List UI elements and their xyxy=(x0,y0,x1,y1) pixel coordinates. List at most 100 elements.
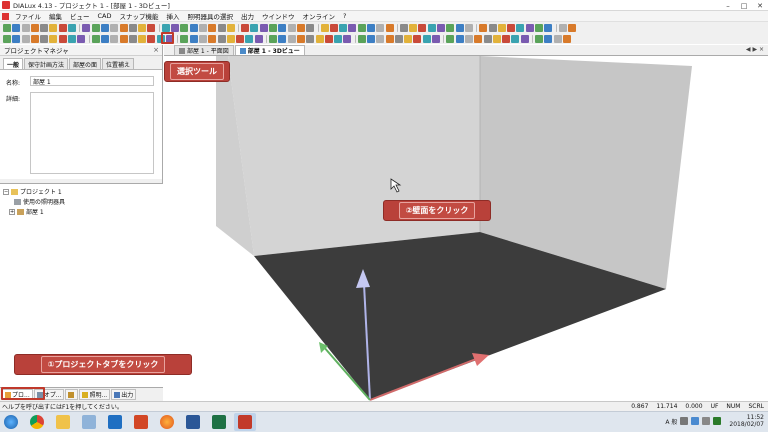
toolbar-button-icon[interactable] xyxy=(12,34,21,43)
name-field[interactable]: 部屋 1 xyxy=(30,76,154,86)
toolbar-button-icon[interactable] xyxy=(511,34,520,43)
tab-luminaires[interactable]: 照明... xyxy=(79,389,111,400)
toolbar-button-icon[interactable] xyxy=(68,34,77,43)
toolbar-button-icon[interactable] xyxy=(479,23,488,32)
toolbar-button-icon[interactable] xyxy=(385,23,394,32)
toolbar-button-icon[interactable] xyxy=(189,23,198,32)
toolbar-button-icon[interactable] xyxy=(58,34,67,43)
toolbar-button-icon[interactable] xyxy=(82,23,91,32)
toolbar-button-icon[interactable] xyxy=(269,34,278,43)
toolbar-button-icon[interactable] xyxy=(161,23,170,32)
toolbar-button-icon[interactable] xyxy=(516,23,525,32)
toolbar-button-icon[interactable] xyxy=(171,23,180,32)
toolbar-button-icon[interactable] xyxy=(91,23,100,32)
toolbar-button-icon[interactable] xyxy=(483,34,492,43)
toolbar-button-icon[interactable] xyxy=(100,23,109,32)
toolbar-button-icon[interactable] xyxy=(339,23,348,32)
toolbar-button-icon[interactable] xyxy=(455,34,464,43)
tab-colors[interactable] xyxy=(65,389,79,400)
toolbar-button-icon[interactable] xyxy=(128,23,137,32)
toolbar-button-icon[interactable] xyxy=(296,23,305,32)
toolbar-button-icon[interactable] xyxy=(259,23,268,32)
toolbar-button-icon[interactable] xyxy=(343,34,352,43)
toolbar-button-icon[interactable] xyxy=(562,34,571,43)
taskbar-dialux[interactable] xyxy=(234,413,256,431)
toolbar-button-icon[interactable] xyxy=(180,34,189,43)
taskbar-word[interactable] xyxy=(182,413,204,431)
toolbar-button-icon[interactable] xyxy=(535,23,544,32)
toolbar-button-icon[interactable] xyxy=(320,23,329,32)
toolbar-button-icon[interactable] xyxy=(520,34,529,43)
toolbar-button-icon[interactable] xyxy=(21,23,30,32)
toolbar-button-icon[interactable] xyxy=(544,34,553,43)
toolbar-button-icon[interactable] xyxy=(138,34,147,43)
toolbar-button-icon[interactable] xyxy=(236,34,245,43)
taskbar-powerpoint[interactable] xyxy=(130,413,152,431)
toolbar-button-icon[interactable] xyxy=(553,34,562,43)
back-wall[interactable] xyxy=(228,56,480,256)
toolbar-button-icon[interactable] xyxy=(334,34,343,43)
volume-icon[interactable] xyxy=(702,417,711,425)
menu-view[interactable]: ビュー xyxy=(66,11,94,21)
menu-cad[interactable]: CAD xyxy=(94,12,116,20)
toolbar-button-icon[interactable] xyxy=(198,34,207,43)
toolbar-button-icon[interactable] xyxy=(296,34,305,43)
toolbar-button-icon[interactable] xyxy=(147,34,156,43)
toolbar-button-icon[interactable] xyxy=(446,23,455,32)
tree-item-room[interactable]: + 部屋 1 xyxy=(9,207,44,216)
taskbar-outlook[interactable] xyxy=(104,413,126,431)
document-icon[interactable] xyxy=(2,12,9,20)
toolbar-button-icon[interactable] xyxy=(287,23,296,32)
toolbar-button-icon[interactable] xyxy=(91,34,100,43)
menu-online[interactable]: オンライン xyxy=(299,11,340,21)
toolbar-button-icon[interactable] xyxy=(110,23,119,32)
menu-snap[interactable]: スナップ機能 xyxy=(116,11,163,21)
tab-output[interactable]: 出力 xyxy=(111,389,137,400)
taskbar-firefox[interactable] xyxy=(156,413,178,431)
tab-floor-plan[interactable]: 部屋 1 - 平面図 xyxy=(174,45,234,55)
toolbar-button-icon[interactable] xyxy=(324,34,333,43)
toolbar-button-icon[interactable] xyxy=(376,34,385,43)
toolbar-button-icon[interactable] xyxy=(217,23,226,32)
toolbar-button-icon[interactable] xyxy=(535,34,544,43)
toolbar-button-icon[interactable] xyxy=(348,23,357,32)
toolbar-button-icon[interactable] xyxy=(525,23,534,32)
toolbar-button-icon[interactable] xyxy=(558,23,567,32)
toolbar-button-icon[interactable] xyxy=(567,23,576,32)
tab-3d-view[interactable]: 部屋 1 - 3Dビュー xyxy=(234,45,305,55)
menu-help[interactable]: ? xyxy=(339,12,350,20)
toolbar-button-icon[interactable] xyxy=(357,23,366,32)
3d-viewport[interactable] xyxy=(164,56,768,401)
toolbar-button-icon[interactable] xyxy=(40,34,49,43)
toolbar-button-icon[interactable] xyxy=(198,23,207,32)
toolbar-button-icon[interactable] xyxy=(446,34,455,43)
tab-room-surfaces[interactable]: 部屋の面 xyxy=(69,58,102,69)
maximize-icon[interactable]: □ xyxy=(736,0,752,11)
taskbar-chrome[interactable] xyxy=(26,413,48,431)
toolbar-button-icon[interactable] xyxy=(418,23,427,32)
toolbar-button-icon[interactable] xyxy=(208,34,217,43)
toolbar-button-icon[interactable] xyxy=(385,34,394,43)
toolbar-button-icon[interactable] xyxy=(58,23,67,32)
clock[interactable]: 11:52 2018/02/07 xyxy=(729,414,764,428)
toolbar-button-icon[interactable] xyxy=(110,34,119,43)
toolbar-button-icon[interactable] xyxy=(306,23,315,32)
toolbar-button-icon[interactable] xyxy=(40,23,49,32)
toolbar-button-icon[interactable] xyxy=(250,23,259,32)
menu-insert[interactable]: 挿入 xyxy=(163,11,184,21)
toolbar-button-icon[interactable] xyxy=(138,23,147,32)
toolbar-button-icon[interactable] xyxy=(497,23,506,32)
toolbar-button-icon[interactable] xyxy=(422,34,431,43)
toolbar-button-icon[interactable] xyxy=(376,23,385,32)
toolbar-button-icon[interactable] xyxy=(147,23,156,32)
toolbar-button-icon[interactable] xyxy=(404,34,413,43)
toolbar-button-icon[interactable] xyxy=(278,34,287,43)
toolbar-button-icon[interactable] xyxy=(394,34,403,43)
toolbar-button-icon[interactable] xyxy=(507,23,516,32)
toolbar-button-icon[interactable] xyxy=(287,34,296,43)
toolbar-button-icon[interactable] xyxy=(119,34,128,43)
battery-icon[interactable] xyxy=(713,417,722,425)
tree-item-project[interactable]: − プロジェクト 1 xyxy=(3,187,62,196)
start-button[interactable] xyxy=(0,413,22,431)
toolbar-button-icon[interactable] xyxy=(427,23,436,32)
